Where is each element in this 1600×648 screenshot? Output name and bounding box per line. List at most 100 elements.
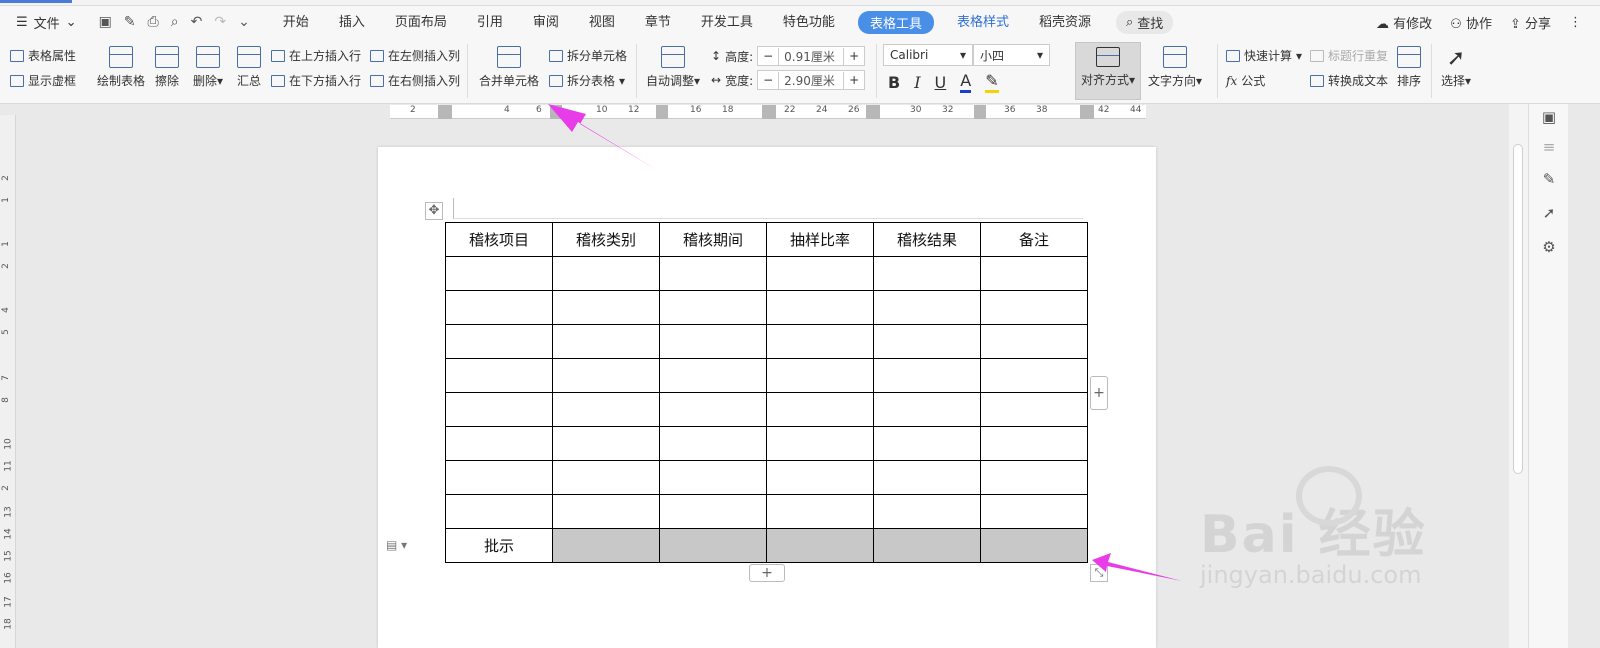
table-cell[interactable] bbox=[552, 494, 660, 529]
table-header-cell[interactable]: 稽核项目 bbox=[445, 222, 553, 257]
file-menu[interactable]: ☰ 文件 ⌄ bbox=[16, 13, 77, 32]
table-cell[interactable] bbox=[552, 290, 660, 325]
approval-label-cell[interactable]: 批示 bbox=[445, 528, 553, 563]
column-width-value[interactable]: 2.90厘米 bbox=[778, 71, 845, 89]
table-cell[interactable] bbox=[659, 494, 767, 529]
row-height-stepper[interactable]: −0.91厘米 + bbox=[757, 46, 866, 66]
table-move-handle[interactable]: ✥ bbox=[425, 202, 443, 220]
selected-cell[interactable] bbox=[980, 528, 1088, 563]
quick-calc-button[interactable]: 快速计算 ▾ bbox=[1226, 47, 1302, 64]
panel-collapse-icon[interactable]: ≡ bbox=[1539, 138, 1559, 156]
customize-toolbar-icon[interactable]: ⌄ bbox=[238, 14, 250, 30]
print-icon[interactable]: ⎙ bbox=[148, 14, 159, 30]
tab-insert[interactable]: 插入 bbox=[324, 11, 380, 34]
table-cell[interactable] bbox=[766, 358, 874, 393]
table-cell[interactable] bbox=[552, 256, 660, 291]
panel-toggle-icon[interactable]: ▣ bbox=[1539, 108, 1559, 126]
table-cell[interactable] bbox=[659, 290, 767, 325]
table-cell[interactable] bbox=[873, 392, 981, 427]
scrollbar-thumb[interactable] bbox=[1513, 144, 1523, 474]
alignment-button[interactable]: 对齐方式▾ bbox=[1075, 42, 1141, 100]
table-header-cell[interactable]: 抽样比率 bbox=[766, 222, 874, 257]
ruler-column-marker[interactable] bbox=[1080, 105, 1094, 119]
table-cell[interactable] bbox=[766, 290, 874, 325]
table-cell[interactable] bbox=[873, 290, 981, 325]
table-cell[interactable] bbox=[873, 460, 981, 495]
table-cell[interactable] bbox=[873, 324, 981, 359]
table-cell[interactable] bbox=[980, 358, 1088, 393]
font-color-icon[interactable]: A bbox=[960, 71, 972, 93]
table-properties-button[interactable]: 表格属性 bbox=[10, 47, 76, 64]
formula-button[interactable]: fx 公式 bbox=[1226, 72, 1265, 89]
horizontal-ruler[interactable]: 2 4 6 10 12 16 18 22 24 26 30 32 36 38 4… bbox=[390, 105, 1146, 119]
tab-review[interactable]: 审阅 bbox=[518, 11, 574, 34]
selected-cell[interactable] bbox=[873, 528, 981, 563]
vertical-scrollbar[interactable] bbox=[1509, 104, 1528, 648]
tab-view[interactable]: 视图 bbox=[574, 11, 630, 34]
undo-icon[interactable]: ↶ bbox=[191, 14, 203, 30]
tab-start[interactable]: 开始 bbox=[268, 11, 324, 34]
format-painter-icon[interactable]: ✎ bbox=[124, 14, 136, 30]
show-gridlines-button[interactable]: 显示虚框 bbox=[10, 72, 76, 89]
summary-button[interactable]: 汇总 bbox=[237, 46, 261, 89]
share-button[interactable]: ⇪ 分享 bbox=[1510, 13, 1551, 32]
tab-docer-resources[interactable]: 稻壳资源 bbox=[1024, 11, 1106, 34]
pen-edit-icon[interactable]: ✎ bbox=[1539, 170, 1559, 188]
decrease-width-button[interactable]: − bbox=[758, 73, 778, 87]
table-cell[interactable] bbox=[552, 392, 660, 427]
table-cell[interactable] bbox=[552, 460, 660, 495]
tab-chapter[interactable]: 章节 bbox=[630, 11, 686, 34]
redo-icon[interactable]: ↷ bbox=[214, 14, 226, 30]
text-direction-button[interactable]: 文字方向▾ bbox=[1148, 46, 1202, 89]
table-cell[interactable] bbox=[873, 256, 981, 291]
table-cell[interactable] bbox=[980, 494, 1088, 529]
table-cell[interactable] bbox=[659, 256, 767, 291]
search-box[interactable]: ⌕ 查找 bbox=[1115, 10, 1174, 34]
highlight-icon[interactable]: ✎ bbox=[985, 71, 999, 93]
table-cell[interactable] bbox=[445, 494, 553, 529]
table-cell[interactable] bbox=[552, 358, 660, 393]
delete-button[interactable]: 删除▾ bbox=[193, 46, 223, 89]
selected-cell[interactable] bbox=[659, 528, 767, 563]
settings-sliders-icon[interactable]: ⚙ bbox=[1539, 238, 1559, 256]
table-cell[interactable] bbox=[980, 290, 1088, 325]
save-icon[interactable]: ▣ bbox=[99, 14, 112, 30]
active-window-tab[interactable] bbox=[0, 0, 72, 3]
table-cell[interactable] bbox=[980, 460, 1088, 495]
sort-button[interactable]: 排序 bbox=[1397, 46, 1421, 89]
table-cell[interactable] bbox=[552, 324, 660, 359]
underline-icon[interactable]: U bbox=[935, 73, 947, 92]
erase-button[interactable]: 擦除 bbox=[155, 46, 179, 89]
selected-cell[interactable] bbox=[552, 528, 660, 563]
insert-row-above-button[interactable]: 在上方插入行 bbox=[271, 47, 361, 64]
table-cell[interactable] bbox=[766, 392, 874, 427]
table-cell[interactable] bbox=[873, 358, 981, 393]
table-cell[interactable] bbox=[659, 460, 767, 495]
table-cell[interactable] bbox=[445, 358, 553, 393]
font-size-select[interactable]: 小四 ▾ bbox=[973, 44, 1050, 66]
merge-cells-button[interactable]: 合并单元格 bbox=[479, 46, 539, 89]
draw-table-button[interactable]: 绘制表格 bbox=[97, 46, 145, 89]
tab-table-style[interactable]: 表格样式 bbox=[942, 11, 1024, 34]
split-table-button[interactable]: 拆分表格 ▾ bbox=[549, 72, 625, 89]
insert-column-right-button[interactable]: 在右侧插入列 bbox=[370, 72, 460, 89]
table-header-cell[interactable]: 稽核期间 bbox=[659, 222, 767, 257]
table-cell[interactable] bbox=[659, 392, 767, 427]
select-button[interactable]: ➚ 选择▾ bbox=[1441, 46, 1471, 89]
ruler-column-marker[interactable] bbox=[974, 105, 986, 119]
table-cell[interactable] bbox=[445, 324, 553, 359]
add-column-button[interactable]: + bbox=[1090, 376, 1108, 410]
convert-to-text-button[interactable]: 转换成文本 bbox=[1310, 72, 1388, 89]
decrease-height-button[interactable]: − bbox=[758, 49, 778, 63]
table-cell[interactable] bbox=[766, 426, 874, 461]
has-changes-button[interactable]: ☁ 有修改 bbox=[1376, 13, 1432, 32]
table-header-cell[interactable]: 备注 bbox=[980, 222, 1088, 257]
tab-table-tools[interactable]: 表格工具 bbox=[857, 10, 934, 34]
table-cell[interactable] bbox=[766, 494, 874, 529]
table-cell[interactable] bbox=[766, 324, 874, 359]
column-width-stepper[interactable]: −2.90厘米 + bbox=[757, 70, 866, 90]
split-cells-button[interactable]: 拆分单元格 bbox=[549, 47, 627, 64]
row-height-value[interactable]: 0.91厘米 bbox=[778, 47, 845, 65]
ruler-column-marker[interactable] bbox=[438, 105, 452, 119]
ruler-column-marker[interactable] bbox=[550, 105, 562, 119]
